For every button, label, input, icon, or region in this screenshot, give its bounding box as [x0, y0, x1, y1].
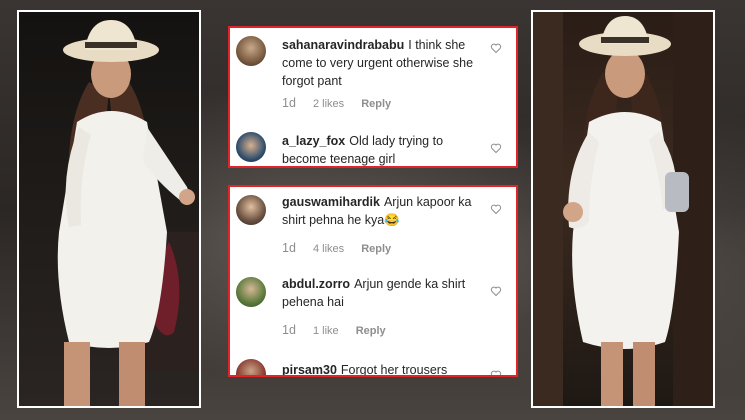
reply-button[interactable]: Reply [361, 243, 391, 255]
avatar[interactable] [236, 36, 266, 66]
comment-likes[interactable]: 2 likes [313, 98, 344, 110]
heart-icon[interactable] [490, 285, 502, 297]
comment-likes[interactable]: 1 like [313, 325, 339, 337]
reply-button[interactable]: Reply [361, 98, 391, 110]
avatar[interactable] [236, 359, 266, 375]
comment-meta: 1d 4 likes Reply [282, 241, 405, 255]
avatar[interactable] [236, 195, 266, 225]
avatar[interactable] [236, 277, 266, 307]
comments-panel-bottom: gauswamihardik Arjun kapoor ka shirt pehn… [228, 185, 518, 377]
comment-username[interactable]: abdul.zorro [282, 277, 350, 291]
heart-icon[interactable] [490, 42, 502, 54]
comment-username[interactable]: gauswamihardik [282, 195, 380, 209]
heart-icon[interactable] [490, 369, 502, 377]
comment-username[interactable]: pirsam30 [282, 363, 337, 375]
heart-icon[interactable] [490, 203, 502, 215]
comments-panel-top: sahanaravindrababu I think she come to ve… [228, 26, 518, 168]
comment-time: 1d [282, 96, 296, 110]
avatar[interactable] [236, 132, 266, 162]
comment-meta: 1d 1 like Reply [282, 323, 400, 337]
celebrity-photo-right [533, 12, 713, 406]
photo-left [17, 10, 201, 408]
photo-right [531, 10, 715, 408]
comment-likes[interactable]: 4 likes [313, 243, 344, 255]
heart-icon[interactable] [490, 142, 502, 154]
comment-meta: 1d 2 likes Reply [282, 96, 405, 110]
comment-time: 1d [282, 323, 296, 337]
celebrity-photo-left [57, 20, 199, 406]
comment-time: 1d [282, 241, 296, 255]
comment-text: Forgot her trousers [340, 363, 448, 377]
comment-username[interactable]: sahanaravindrababu [282, 38, 404, 52]
comment-username[interactable]: a_lazy_fox [282, 134, 345, 148]
reply-button[interactable]: Reply [356, 325, 386, 337]
